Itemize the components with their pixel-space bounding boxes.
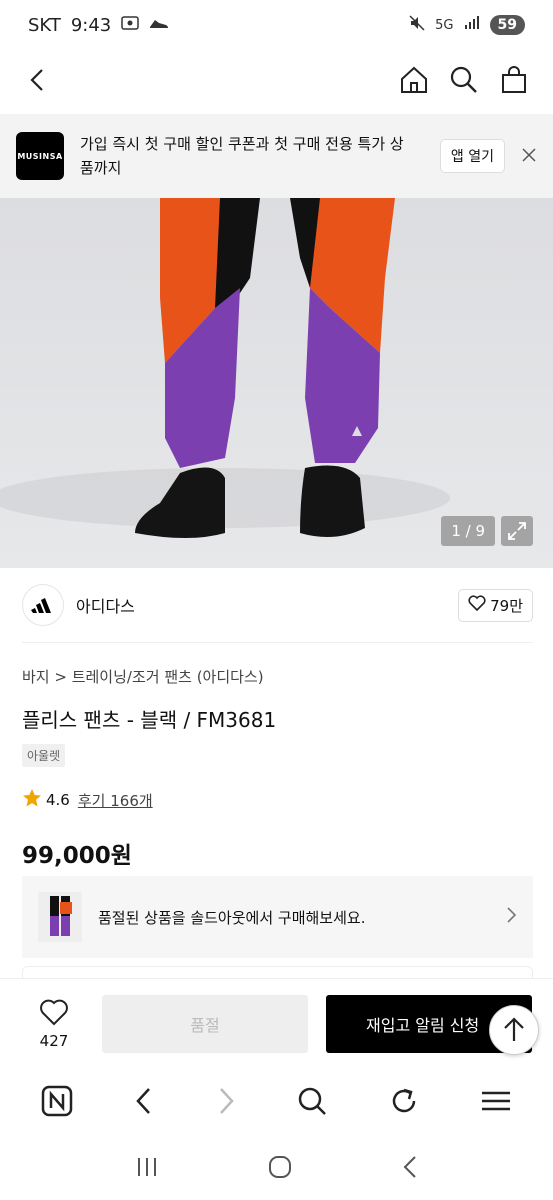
musinsa-logo: MUSINSA xyxy=(16,132,64,180)
browser-back-icon[interactable] xyxy=(134,1086,154,1120)
status-bar: SKT 9:43 5G 59 xyxy=(0,0,553,50)
soldout-button[interactable]: 품절 xyxy=(102,994,308,1053)
signal-icon xyxy=(464,16,480,34)
screenshot-icon xyxy=(121,15,139,36)
product-title: 플리스 팬츠 - 블랙 / FM3681 xyxy=(22,708,277,732)
refresh-icon[interactable] xyxy=(389,1086,419,1120)
battery-level: 59 xyxy=(489,15,525,35)
network-type: 5G xyxy=(435,17,454,33)
back-icon[interactable] xyxy=(24,66,48,98)
app-install-banner: MUSINSA 가입 즉시 첫 구매 할인 쿠폰과 첫 구매 전용 특가 상품까… xyxy=(0,114,553,198)
soldout-suggestion[interactable]: 품절된 상품을 솔드아웃에서 구매해보세요. xyxy=(22,876,533,958)
product-image[interactable]: 1 / 9 xyxy=(0,198,553,568)
home-button-icon[interactable] xyxy=(268,1155,292,1183)
adidas-logo-icon xyxy=(22,584,64,626)
browser-toolbar xyxy=(0,1068,553,1138)
top-navigation xyxy=(0,50,553,114)
heart-icon xyxy=(468,595,486,615)
rating-score: 4.6 xyxy=(46,791,70,809)
review-link[interactable]: 후기 166개 xyxy=(78,790,153,811)
product-thumbnail xyxy=(38,892,82,942)
home-icon[interactable] xyxy=(399,65,429,99)
menu-icon[interactable] xyxy=(480,1089,512,1117)
close-icon[interactable] xyxy=(521,144,537,168)
mute-icon xyxy=(409,15,425,35)
system-back-icon[interactable] xyxy=(402,1155,418,1183)
brand-like-button[interactable]: 79만 xyxy=(458,588,533,622)
chevron-right-icon xyxy=(505,906,517,928)
image-counter: 1 / 9 xyxy=(441,516,495,546)
product-like-count: 427 xyxy=(39,1031,69,1050)
breadcrumb[interactable]: 바지 > 트레이닝/조거 팬츠 (아디다스) xyxy=(22,666,264,687)
expand-icon[interactable] xyxy=(501,516,533,546)
shopping-bag-icon[interactable] xyxy=(499,65,529,99)
open-app-button[interactable]: 앱 열기 xyxy=(439,139,505,173)
star-icon xyxy=(22,788,42,812)
brand-row[interactable]: 아디다스 79만 xyxy=(22,582,533,628)
banner-message: 가입 즉시 첫 구매 할인 쿠폰과 첫 구매 전용 특가 상품까지 xyxy=(80,135,404,177)
carrier: SKT xyxy=(28,14,61,36)
clock: 9:43 xyxy=(70,14,112,36)
purchase-action-bar: 427 품절 재입고 알림 신청 xyxy=(0,978,553,1068)
shoe-icon xyxy=(149,15,169,36)
rating-row: 4.6 후기 166개 xyxy=(22,788,153,812)
brand-name[interactable]: 아디다스 xyxy=(76,593,135,617)
price: 99,000원 xyxy=(22,843,132,869)
browser-search-icon[interactable] xyxy=(297,1086,327,1120)
browser-forward-icon[interactable] xyxy=(216,1086,236,1120)
system-navigation xyxy=(0,1138,553,1200)
product-like-button[interactable]: 427 xyxy=(20,998,88,1050)
brand-like-count: 79만 xyxy=(490,596,523,615)
heart-icon xyxy=(39,998,69,1030)
recent-apps-icon[interactable] xyxy=(135,1156,159,1182)
arrow-up-icon xyxy=(504,1017,524,1041)
scroll-to-top-button[interactable] xyxy=(489,1005,539,1055)
outlet-tag: 아울렛 xyxy=(22,744,66,767)
soldout-message: 품절된 상품을 솔드아웃에서 구매해보세요. xyxy=(98,908,366,927)
search-icon[interactable] xyxy=(449,65,479,99)
divider xyxy=(22,642,533,643)
naver-icon[interactable] xyxy=(41,1085,73,1121)
